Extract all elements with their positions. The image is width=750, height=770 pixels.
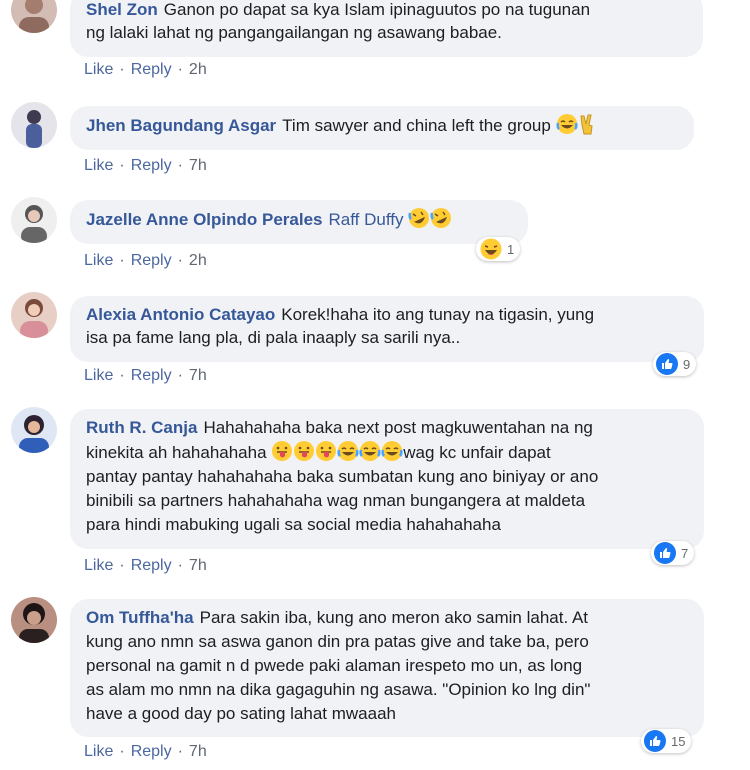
- reply-link[interactable]: Reply: [131, 557, 172, 574]
- comment-text: personal na gamit n d pwede paki alaman …: [86, 656, 583, 675]
- reaction-count: 15: [671, 733, 686, 749]
- rolling-on-floor-laughing-icon: [430, 208, 452, 228]
- reaction-summary[interactable]: 15: [641, 729, 692, 753]
- reply-link[interactable]: Reply: [131, 157, 172, 174]
- commenter-name[interactable]: Om Tuffha'ha: [86, 608, 194, 627]
- timestamp[interactable]: 7h: [189, 367, 207, 384]
- comment-text: have a good day po sating lahat mwaaah: [86, 704, 397, 723]
- tongue-out-face-icon: [316, 441, 337, 461]
- commenter-name[interactable]: Jazelle Anne Olpindo Perales: [86, 210, 323, 229]
- victory-hand-icon: [580, 114, 593, 135]
- comment-text: Tim sawyer and china left the group: [282, 116, 551, 135]
- comment-bubble: Om Tuffha'ha Para sakin iba, kung ano mer…: [70, 599, 704, 737]
- comment-actions: Like · Reply · 2h: [84, 61, 207, 78]
- like-link[interactable]: Like: [84, 61, 113, 78]
- timestamp[interactable]: 7h: [189, 557, 207, 574]
- comment-text: kung ano nmn sa aswa ganon din pra patas…: [86, 632, 589, 651]
- commenter-name[interactable]: Ruth R. Canja: [86, 418, 197, 437]
- comment-bubble: Ruth R. Canja Hahahahaha baka next post m…: [70, 409, 704, 549]
- comment-text: wag kc unfair dapat: [403, 443, 551, 462]
- reply-link[interactable]: Reply: [131, 61, 172, 78]
- profile-photo: [19, 603, 49, 643]
- avatar[interactable]: [11, 102, 57, 148]
- reaction-summary[interactable]: 7: [651, 541, 695, 565]
- haha-reaction-icon: [479, 237, 503, 261]
- comment-text: as alam mo nmn na dika gagaguhin ng asaw…: [86, 680, 591, 699]
- comment-text: Korek!haha ito ang tunay na tigasin, yun…: [281, 305, 595, 324]
- reaction-count: 9: [683, 356, 691, 372]
- timestamp[interactable]: 7h: [189, 743, 207, 760]
- reply-link[interactable]: Reply: [131, 743, 172, 760]
- commenter-name[interactable]: Shel Zon: [86, 0, 158, 19]
- like-link[interactable]: Like: [84, 743, 113, 760]
- commenter-name[interactable]: Alexia Antonio Catayao: [86, 305, 275, 324]
- commenter-name[interactable]: Jhen Bagundang Asgar: [86, 116, 276, 135]
- comment-text: isa pa fame lang pla, di pala inaaply sa…: [86, 328, 461, 347]
- comment-actions: Like · Reply · 7h: [84, 557, 207, 574]
- rolling-on-floor-laughing-icon: [408, 208, 430, 228]
- like-link[interactable]: Like: [84, 557, 113, 574]
- comment-text: ng lalaki lahat ng pangangailangan ng as…: [86, 23, 502, 42]
- reaction-count: 1: [507, 241, 515, 257]
- profile-photo: [20, 299, 48, 338]
- face-with-tears-of-joy-icon: [359, 441, 381, 461]
- like-link[interactable]: Like: [84, 157, 113, 174]
- timestamp[interactable]: 2h: [189, 252, 207, 269]
- like-reaction-icon: [656, 353, 678, 375]
- profile-photo: [19, 415, 49, 453]
- comment-text: binibili sa partners hahahahaha wag nman…: [86, 491, 586, 510]
- comment-bubble: Jazelle Anne Olpindo Perales Raff Duffy: [70, 200, 528, 244]
- tongue-out-face-icon: [272, 441, 293, 461]
- like-reaction-icon: [654, 542, 676, 564]
- avatar[interactable]: [11, 597, 57, 643]
- reaction-count: 7: [681, 545, 689, 561]
- comment-text: kinekita ah hahahahaha: [86, 443, 267, 462]
- reaction-summary[interactable]: 9: [653, 352, 697, 376]
- like-link[interactable]: Like: [84, 367, 113, 384]
- comment-bubble: Jhen Bagundang Asgar Tim sawyer and china…: [70, 106, 694, 150]
- face-with-tears-of-joy-icon: [381, 441, 403, 461]
- like-link[interactable]: Like: [84, 252, 113, 269]
- mention-link[interactable]: Raff Duffy: [329, 210, 404, 229]
- comment-text: pantay pantay hahahahaha baka sumbatan k…: [86, 467, 599, 486]
- face-with-tears-of-joy-icon: [337, 441, 359, 461]
- avatar[interactable]: [11, 0, 57, 33]
- comment-actions: Like · Reply · 7h: [84, 157, 207, 174]
- comment-actions: Like · Reply · 7h: [84, 367, 207, 384]
- comment-actions: Like · Reply · 7h: [84, 743, 207, 760]
- reply-link[interactable]: Reply: [131, 367, 172, 384]
- timestamp[interactable]: 7h: [189, 157, 207, 174]
- tongue-out-face-icon: [294, 441, 315, 461]
- avatar[interactable]: [11, 407, 57, 453]
- comment-bubble: Alexia Antonio Catayao Korek!haha ito ang…: [70, 296, 704, 362]
- profile-photo: [21, 205, 47, 243]
- comment-bubble: Shel Zon Ganon po dapat sa kya Islam ipin…: [70, 0, 703, 57]
- comment-text: Ganon po dapat sa kya Islam ipinaguutos …: [163, 0, 591, 19]
- avatar[interactable]: [11, 292, 57, 338]
- reaction-summary[interactable]: 1: [476, 237, 521, 261]
- timestamp[interactable]: 2h: [189, 61, 207, 78]
- reply-link[interactable]: Reply: [131, 252, 172, 269]
- avatar[interactable]: [11, 197, 57, 243]
- comment-text: para hindi mabuking ugali sa social medi…: [86, 515, 501, 534]
- face-with-tears-of-joy-icon: [556, 114, 578, 134]
- profile-photo: [26, 110, 42, 148]
- profile-photo: [19, 0, 49, 33]
- comment-text: Para sakin iba, kung ano meron ako samin…: [199, 608, 589, 627]
- comment-actions: Like · Reply · 2h: [84, 252, 207, 269]
- like-reaction-icon: [644, 730, 666, 752]
- comment-text: Hahahahaha baka next post magkuwentahan …: [203, 418, 593, 437]
